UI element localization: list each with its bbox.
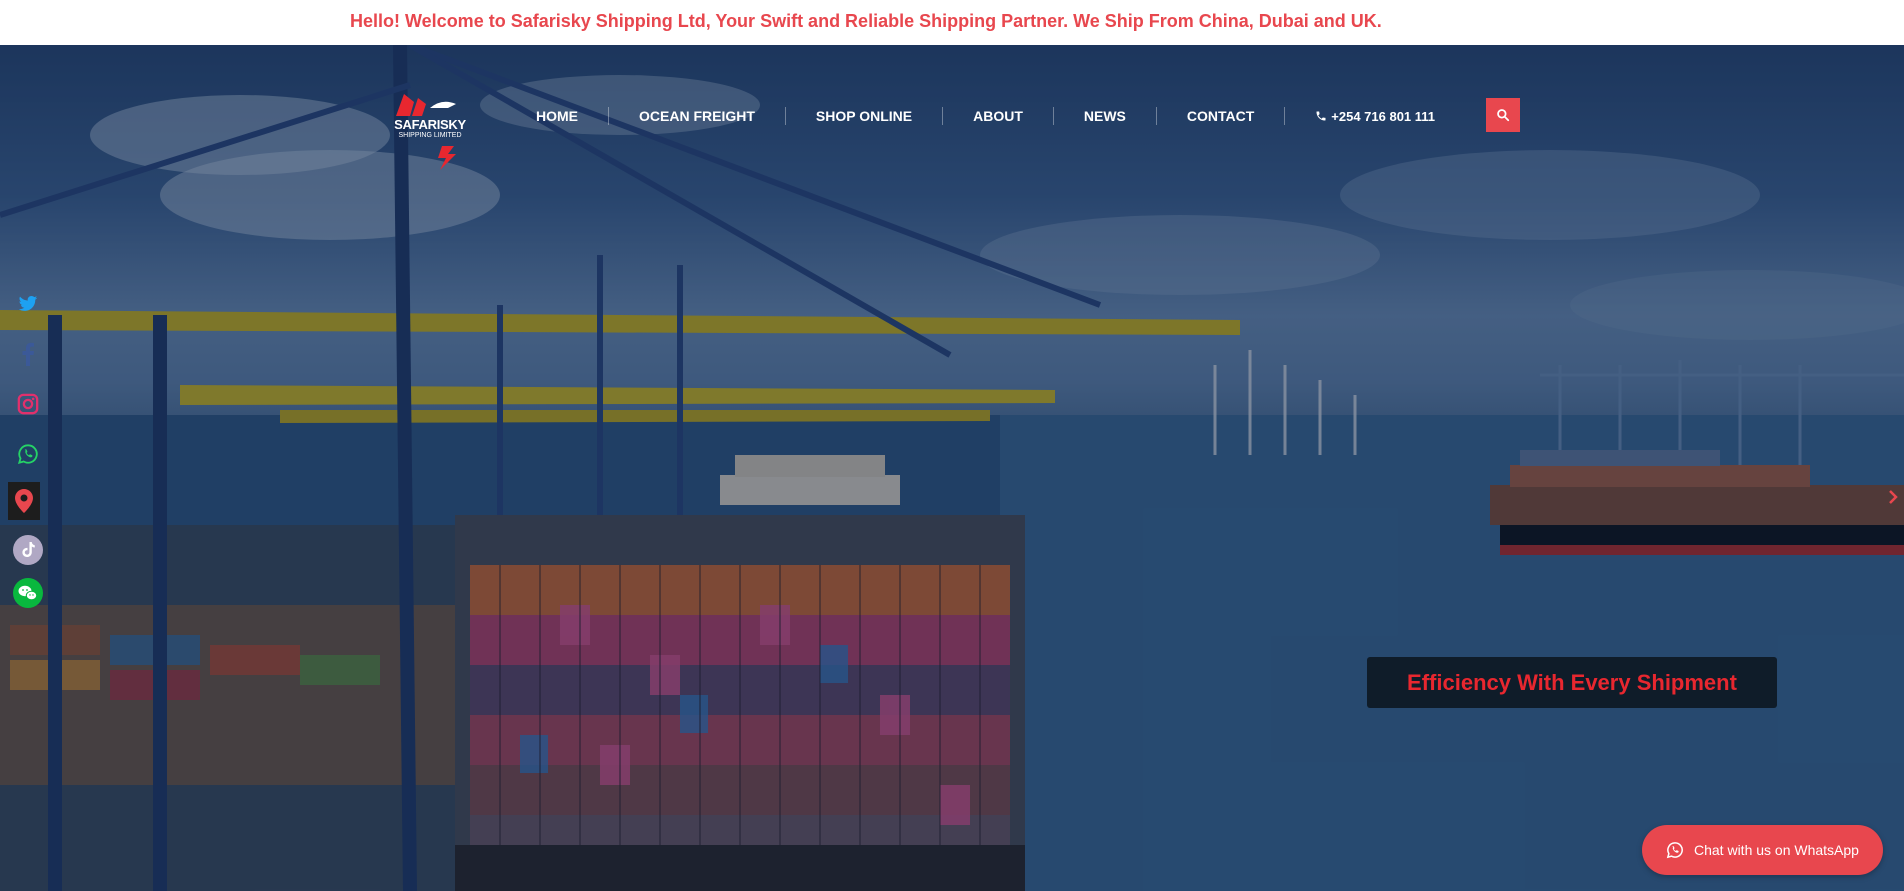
nav-divider <box>784 107 786 125</box>
hero-slider <box>0 45 1904 891</box>
whatsapp-icon <box>17 444 38 465</box>
nav-item-news[interactable]: NEWS <box>1084 108 1126 124</box>
social-facebook-link[interactable] <box>8 335 48 373</box>
search-icon <box>1497 109 1510 122</box>
nav-item-about[interactable]: ABOUT <box>973 108 1023 124</box>
whatsapp-chat-button[interactable]: Chat with us on WhatsApp <box>1642 825 1883 875</box>
nav-phone-number: +254 716 801 111 <box>1331 108 1436 124</box>
nav-divider <box>1052 107 1054 125</box>
hero-dark-overlay <box>0 45 1904 891</box>
slider-next-button[interactable] <box>1888 490 1898 509</box>
map-pin-icon <box>15 489 33 513</box>
social-instagram-link[interactable] <box>8 385 48 423</box>
nav-item-home[interactable]: HOME <box>536 108 578 124</box>
tiktok-icon <box>13 535 43 565</box>
main-nav: HOME OCEAN FREIGHT SHOP ONLINE ABOUT NEW… <box>536 106 1435 126</box>
social-location-link[interactable] <box>8 482 40 520</box>
social-wechat-link[interactable] <box>8 574 48 612</box>
phone-icon <box>1316 111 1326 121</box>
wechat-icon <box>13 578 43 608</box>
logo-subtitle: SHIPPING LIMITED <box>398 132 462 139</box>
nav-divider <box>942 107 944 125</box>
nav-phone-link[interactable]: +254 716 801 111 <box>1315 109 1435 124</box>
hero-caption: Efficiency With Every Shipment <box>1367 657 1777 708</box>
site-logo[interactable]: SAFARISKY SHIPPING LIMITED <box>390 88 470 170</box>
facebook-icon <box>22 342 34 366</box>
nav-item-ocean-freight[interactable]: OCEAN FREIGHT <box>639 108 755 124</box>
hero-caption-text: Efficiency With Every Shipment <box>1407 669 1737 695</box>
instagram-icon <box>17 393 39 415</box>
nav-divider <box>1155 107 1157 125</box>
twitter-icon <box>18 296 38 311</box>
welcome-bar: Hello! Welcome to Safarisky Shipping Ltd… <box>0 0 1904 45</box>
search-button[interactable] <box>1486 98 1520 132</box>
social-twitter-link[interactable] <box>8 285 48 323</box>
welcome-text: Hello! Welcome to Safarisky Shipping Ltd… <box>350 11 1382 31</box>
nav-divider <box>1284 107 1286 125</box>
nav-divider <box>608 107 609 125</box>
social-whatsapp-link[interactable] <box>8 435 48 473</box>
whatsapp-icon <box>1666 842 1683 859</box>
nav-item-shop-online[interactable]: SHOP ONLINE <box>816 108 912 124</box>
nav-item-contact[interactable]: CONTACT <box>1187 108 1254 124</box>
logo-name: SAFARISKY <box>394 117 466 132</box>
chevron-right-icon <box>1889 490 1898 504</box>
social-tiktok-link[interactable] <box>8 531 48 569</box>
whatsapp-chat-label: Chat with us on WhatsApp <box>1694 842 1859 858</box>
